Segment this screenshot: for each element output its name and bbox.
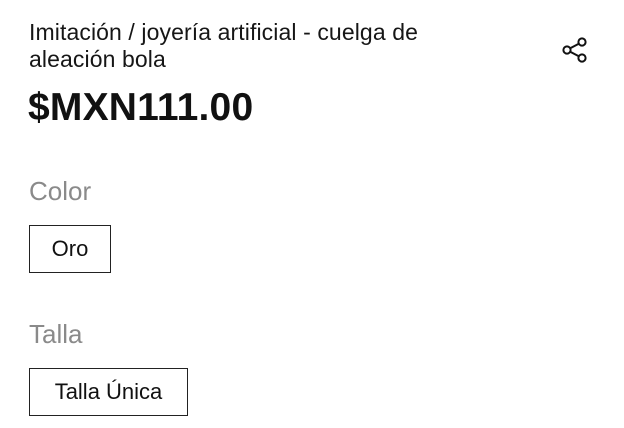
color-option-button[interactable]: Oro <box>29 225 111 273</box>
size-option-button[interactable]: Talla Única <box>29 368 188 416</box>
size-label: Talla <box>29 319 83 349</box>
share-icon <box>562 37 587 63</box>
product-info-panel: Imitación / joyería artificial - cuelga … <box>0 0 624 428</box>
product-price: $MXN111.00 <box>28 86 254 129</box>
color-label: Color <box>29 176 92 206</box>
product-title: Imitación / joyería artificial - cuelga … <box>29 19 418 72</box>
share-button[interactable] <box>558 33 592 67</box>
